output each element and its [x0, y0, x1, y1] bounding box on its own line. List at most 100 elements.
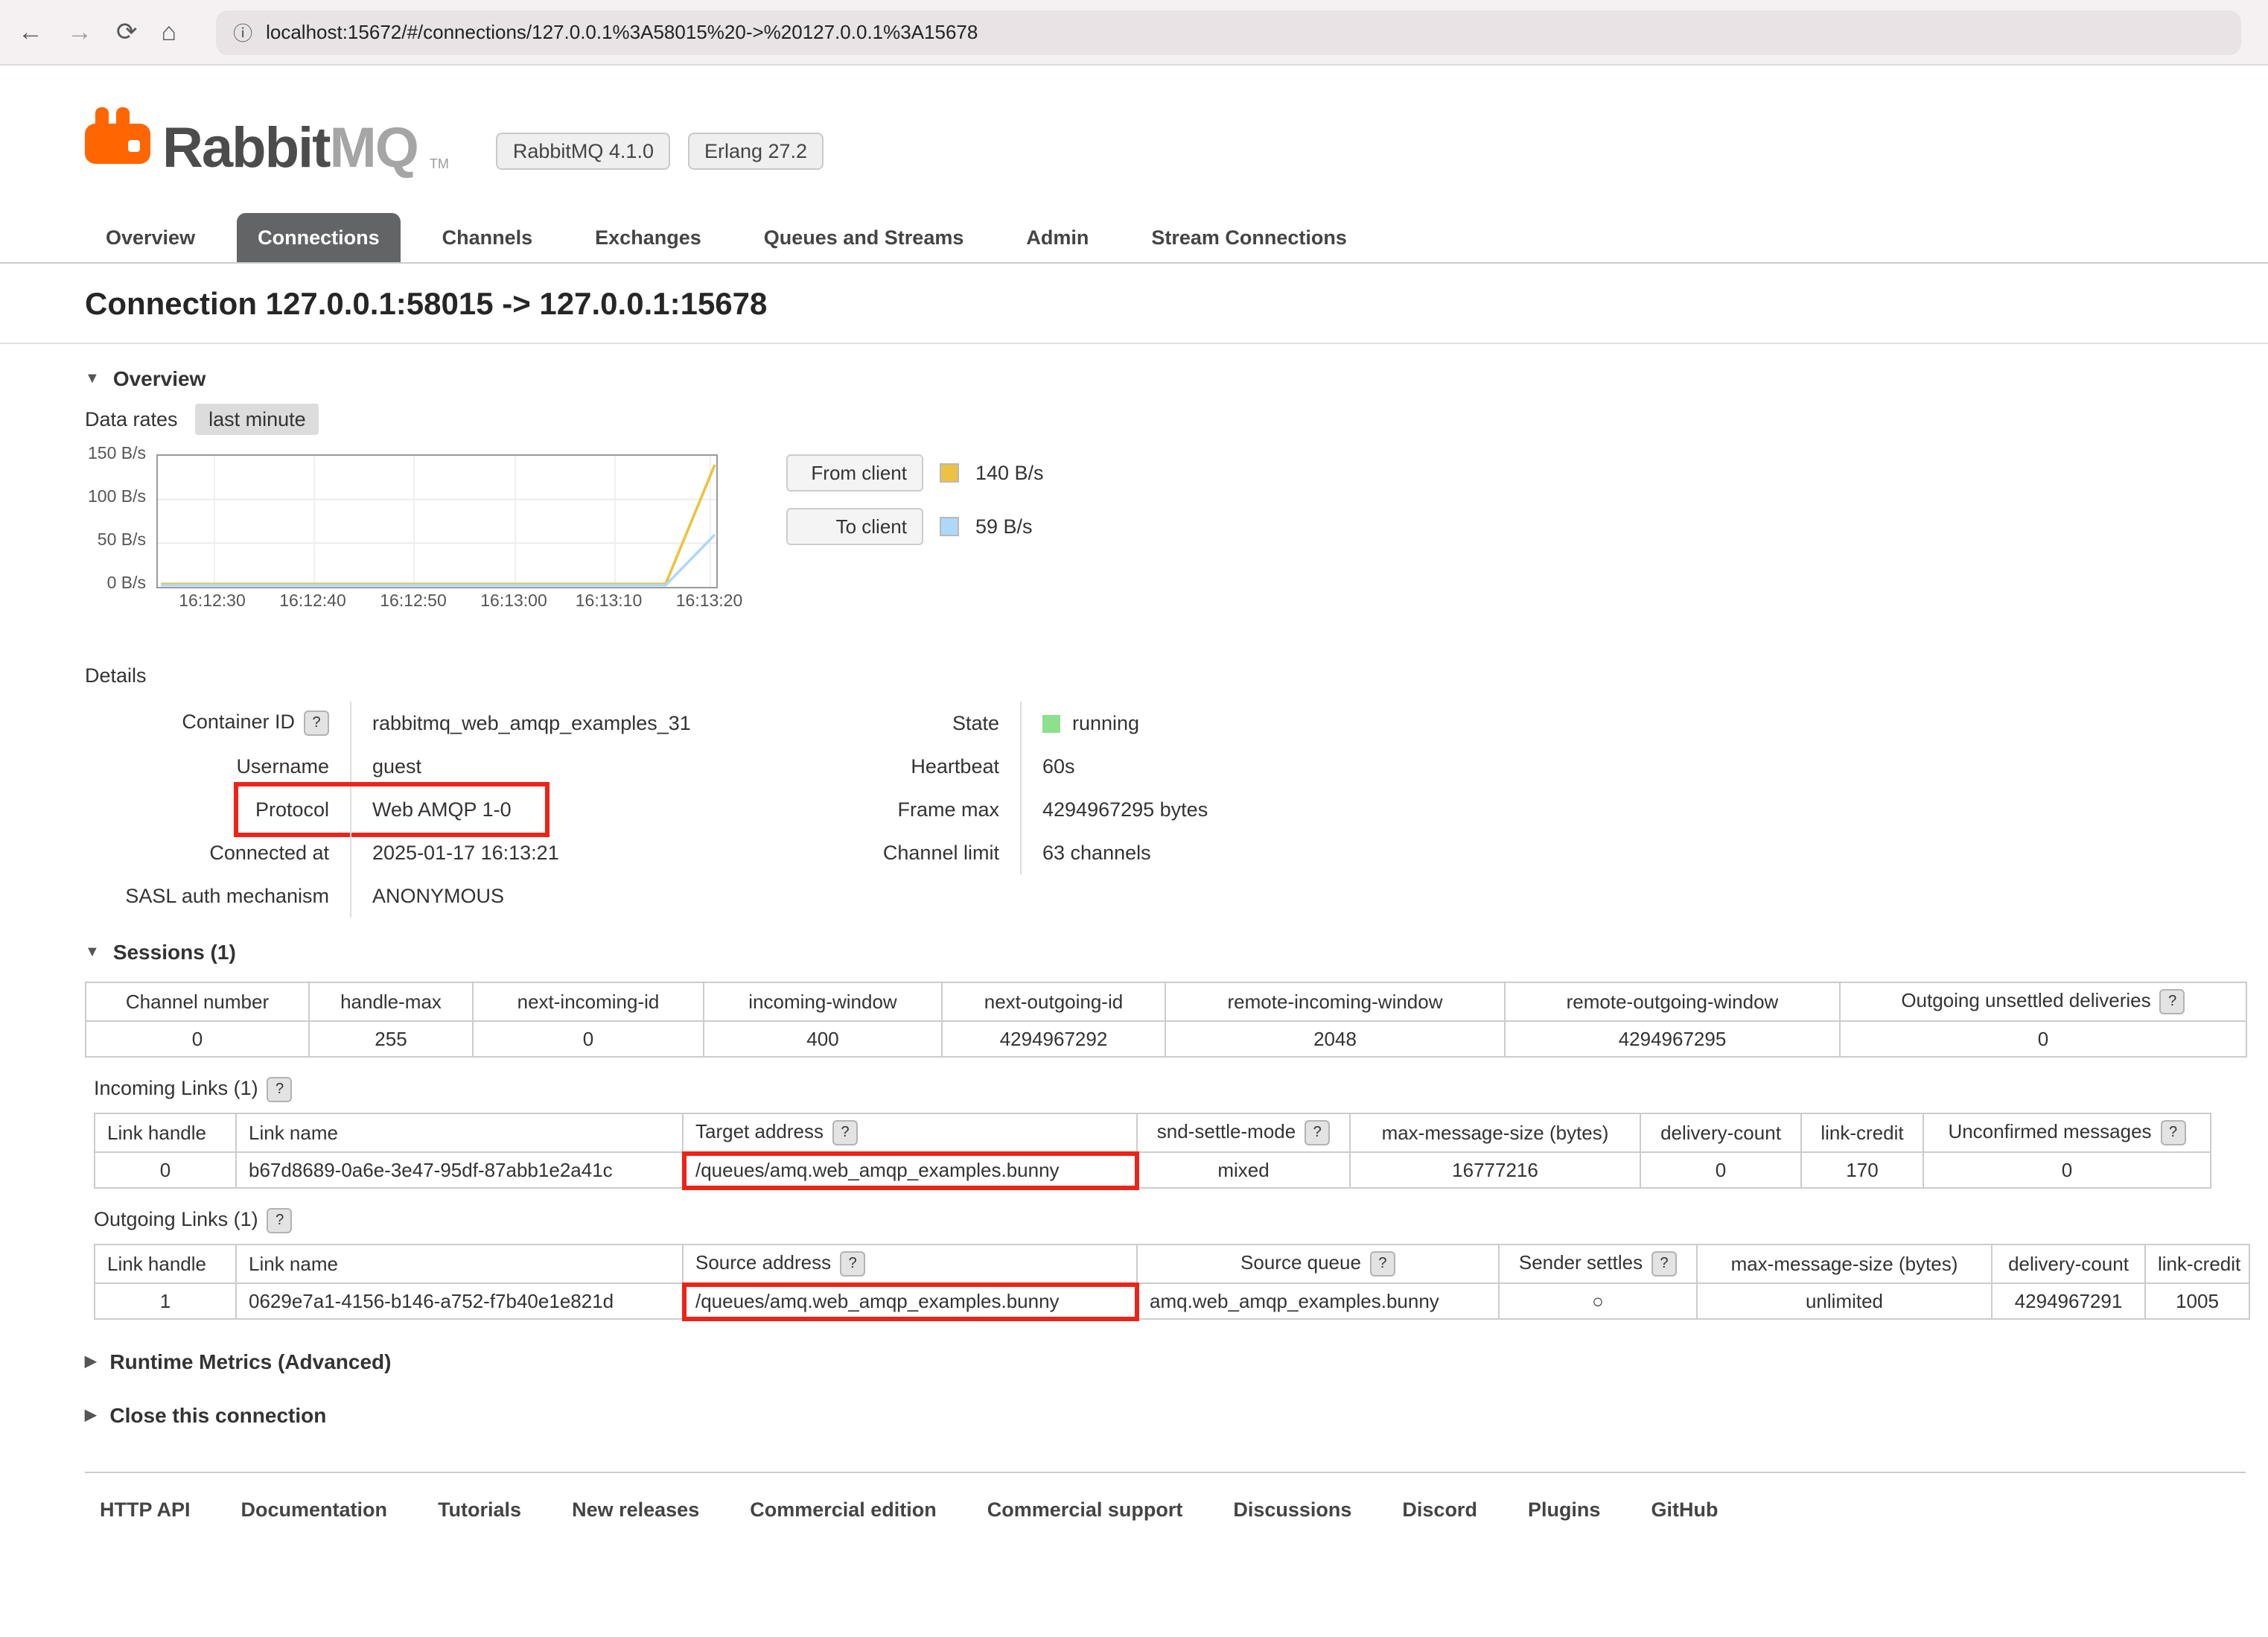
rabbitmq-version-badge: RabbitMQ 4.1.0 — [497, 133, 670, 170]
footer-link-http-api[interactable]: HTTP API — [100, 1498, 191, 1521]
x-tick: 16:12:50 — [380, 593, 447, 611]
runtime-metrics-section-header[interactable]: ▶ Runtime Metrics (Advanced) — [0, 1320, 2268, 1373]
help-icon[interactable]: ? — [1651, 1251, 1677, 1277]
tab-connections[interactable]: Connections — [237, 213, 401, 262]
y-tick: 0 B/s — [107, 575, 146, 593]
outgoing-links-value-row: 1 0629e7a1-4156-b146-a752-f7b40e1e821d /… — [95, 1283, 2249, 1319]
y-tick: 50 B/s — [98, 532, 146, 550]
detail-value: ANONYMOUS — [350, 874, 844, 918]
version-badges: RabbitMQ 4.1.0 Erlang 27.2 — [497, 133, 824, 170]
data-rates-chart-zone: 150 B/s 100 B/s 50 B/s 0 B/s From client — [0, 430, 2268, 588]
incoming-links-header-row: Link handle Link name Target address? sn… — [95, 1113, 2211, 1152]
help-icon[interactable]: ? — [304, 711, 329, 736]
footer-links: HTTP API Documentation Tutorials New rel… — [0, 1473, 2268, 1521]
header: RabbitMQ TM RabbitMQ 4.1.0 Erlang 27.2 — [0, 66, 2268, 174]
page-title: Connection 127.0.0.1:58015 -> 127.0.0.1:… — [0, 264, 2268, 344]
incoming-links-value-row: 0 b67d8689-0a6e-3e47-95df-87abb1e2a41c /… — [95, 1152, 2211, 1188]
back-icon[interactable]: ← — [18, 19, 43, 45]
y-tick: 150 B/s — [88, 445, 146, 463]
footer-link-discord[interactable]: Discord — [1402, 1498, 1477, 1521]
detail-row-protocol: Protocol Web AMQP 1-0 — [85, 788, 844, 831]
chart-legend: From client 140 B/s To client 59 B/s — [786, 454, 1044, 588]
to-client-series — [161, 535, 715, 585]
outgoing-links-table: Link handle Link name Source address? So… — [94, 1244, 2250, 1320]
chevron-down-icon: ▼ — [85, 944, 100, 960]
help-icon[interactable]: ? — [2161, 1120, 2186, 1145]
from-client-button[interactable]: From client — [786, 454, 923, 492]
legend-row-to-client: To client 59 B/s — [786, 508, 1044, 545]
x-tick: 16:13:00 — [480, 593, 547, 611]
home-icon[interactable]: ⌂ — [162, 19, 177, 45]
help-icon[interactable]: ? — [267, 1077, 293, 1102]
tab-stream-connections[interactable]: Stream Connections — [1130, 213, 1368, 262]
detail-label: Connected at — [209, 842, 329, 864]
chart-x-axis: 16:12:30 16:12:40 16:12:50 16:13:00 16:1… — [156, 593, 715, 620]
reload-icon[interactable]: ⟳ — [116, 19, 138, 45]
detail-label: Frame max — [897, 798, 999, 821]
rabbitmq-logo[interactable]: RabbitMQ TM — [85, 107, 449, 174]
data-rates-mode-selector[interactable]: last minute — [195, 404, 319, 435]
tab-admin[interactable]: Admin — [1005, 213, 1109, 262]
data-rates-chart — [156, 454, 718, 588]
detail-value: guest — [350, 745, 844, 788]
help-icon[interactable]: ? — [840, 1251, 865, 1277]
detail-row-username: Username guest — [85, 745, 844, 788]
outgoing-links-header-row: Link handle Link name Source address? So… — [95, 1245, 2249, 1283]
data-rates-row: Data rates last minute — [0, 402, 2268, 430]
footer-link-documentation[interactable]: Documentation — [241, 1498, 388, 1521]
chevron-down-icon: ▼ — [85, 370, 100, 387]
sessions-section-title: Sessions (1) — [113, 940, 236, 964]
detail-value: Web AMQP 1-0 — [350, 788, 844, 831]
source-address-cell: /queues/amq.web_amqp_examples.bunny — [683, 1283, 1137, 1319]
to-client-rate: 59 B/s — [975, 515, 1033, 538]
chart-y-axis: 150 B/s 100 B/s 50 B/s 0 B/s — [85, 454, 156, 585]
overview-section-header[interactable]: ▼ Overview — [0, 344, 2268, 402]
detail-value: 4294967295 bytes — [1020, 788, 1407, 831]
detail-row-heartbeat: Heartbeat 60s — [844, 745, 1407, 788]
rabbitmq-logo-icon — [85, 107, 150, 174]
target-address-cell: /queues/amq.web_amqp_examples.bunny — [683, 1152, 1137, 1188]
detail-value: 63 channels — [1020, 831, 1407, 874]
detail-value: rabbitmq_web_amqp_examples_31 — [350, 702, 844, 745]
footer-link-github[interactable]: GitHub — [1651, 1498, 1718, 1521]
help-icon[interactable]: ? — [2160, 989, 2185, 1014]
detail-row-connected-at: Connected at 2025-01-17 16:13:21 — [85, 831, 844, 874]
url-text: localhost:15672/#/connections/127.0.0.1%… — [266, 21, 978, 43]
overview-section-title: Overview — [113, 366, 206, 390]
detail-label: Username — [236, 755, 329, 778]
site-info-icon[interactable]: ⓘ — [233, 18, 252, 46]
detail-label: SASL auth mechanism — [125, 885, 329, 907]
footer-link-plugins[interactable]: Plugins — [1528, 1498, 1601, 1521]
detail-value: 2025-01-17 16:13:21 — [350, 831, 844, 874]
footer-link-commercial-support[interactable]: Commercial support — [987, 1498, 1183, 1521]
footer-link-tutorials[interactable]: Tutorials — [438, 1498, 521, 1521]
erlang-version-badge: Erlang 27.2 — [688, 133, 824, 170]
incoming-links-table: Link handle Link name Target address? sn… — [94, 1113, 2211, 1189]
url-bar[interactable]: ⓘ localhost:15672/#/connections/127.0.0.… — [215, 10, 2241, 54]
detail-label: State — [952, 712, 999, 734]
help-icon[interactable]: ? — [1370, 1251, 1395, 1277]
footer-link-discussions[interactable]: Discussions — [1233, 1498, 1351, 1521]
tab-overview[interactable]: Overview — [85, 213, 216, 262]
x-tick: 16:13:10 — [576, 593, 643, 611]
tab-queues-and-streams[interactable]: Queues and Streams — [743, 213, 985, 262]
tab-channels[interactable]: Channels — [421, 213, 554, 262]
help-icon[interactable]: ? — [832, 1120, 858, 1145]
help-icon[interactable]: ? — [267, 1208, 293, 1233]
to-client-button[interactable]: To client — [786, 508, 923, 545]
to-client-swatch-icon — [940, 517, 959, 536]
sessions-header-row: Channel number handle-max next-incoming-… — [86, 982, 2246, 1021]
detail-row-sasl-auth: SASL auth mechanism ANONYMOUS — [85, 874, 844, 918]
footer-link-commercial-edition[interactable]: Commercial edition — [750, 1498, 937, 1521]
from-client-rate: 140 B/s — [975, 462, 1044, 484]
details-grid: Container ID? rabbitmq_web_amqp_examples… — [0, 702, 2268, 918]
details-right-column: State running Heartbeat 60s Frame max 42… — [844, 702, 1407, 918]
footer-link-new-releases[interactable]: New releases — [572, 1498, 699, 1521]
help-icon[interactable]: ? — [1305, 1120, 1330, 1145]
sessions-section-header[interactable]: ▼ Sessions (1) — [0, 918, 2268, 976]
tab-exchanges[interactable]: Exchanges — [574, 213, 722, 262]
forward-icon[interactable]: → — [67, 19, 92, 45]
runtime-metrics-title: Runtime Metrics (Advanced) — [109, 1350, 391, 1373]
close-connection-section-header[interactable]: ▶ Close this connection — [0, 1373, 2268, 1427]
main-nav: Overview Connections Channels Exchanges … — [0, 174, 2268, 264]
